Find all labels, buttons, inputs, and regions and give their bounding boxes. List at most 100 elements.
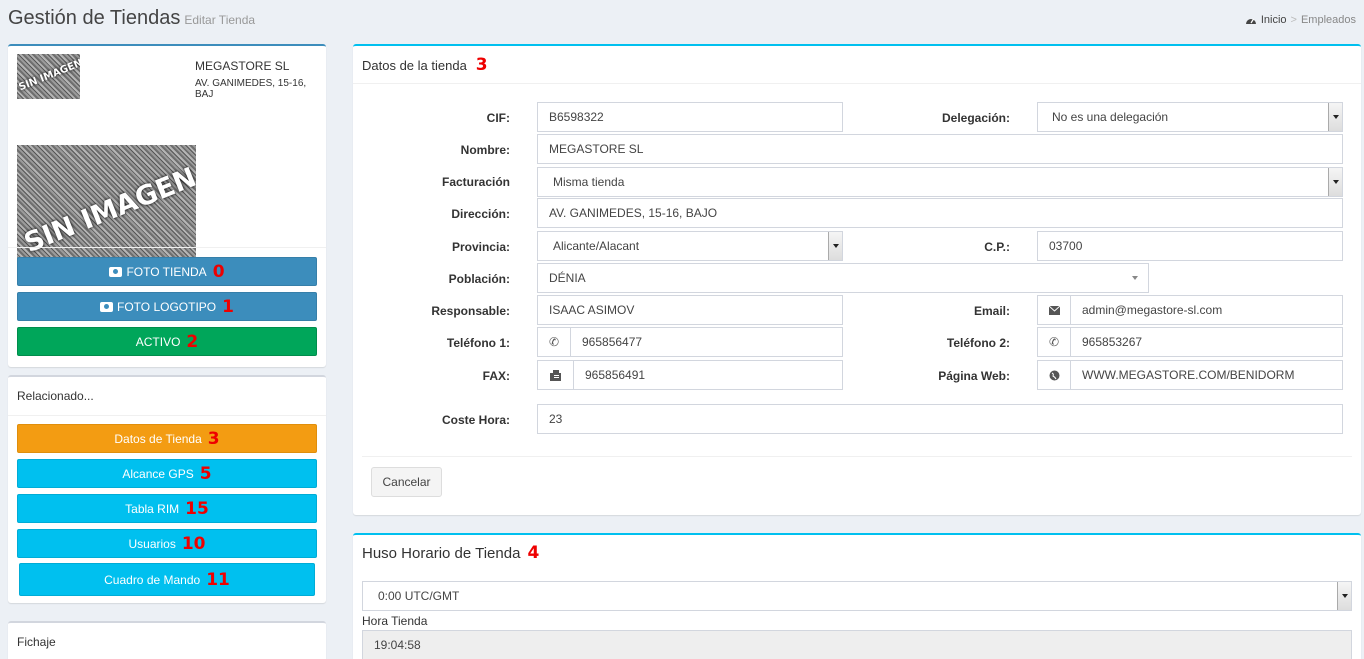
annotation-number: 1: [222, 296, 234, 317]
annotation-number: 11: [206, 569, 230, 590]
store-image: SIN IMAGEN: [17, 145, 196, 270]
related-item-label: Alcance GPS: [122, 466, 194, 481]
direccion-label: Dirección:: [451, 207, 510, 221]
poblacion-select[interactable]: DÉNIA: [537, 263, 1149, 293]
globe-icon: [1037, 360, 1071, 390]
logo-image: SIN IMAGEN: [17, 54, 80, 99]
cif-field[interactable]: B6598322: [537, 102, 843, 132]
nombre-label: Nombre:: [460, 143, 510, 157]
nombre-field[interactable]: MEGASTORE SL: [537, 134, 1343, 164]
fax-field[interactable]: 965856491: [573, 360, 843, 390]
envelope-icon: [1037, 295, 1071, 325]
email-label: Email:: [973, 304, 1010, 318]
active-button[interactable]: ACTIVO 2: [17, 327, 317, 356]
delegacion-value: No es una delegación: [1052, 110, 1169, 124]
breadcrumb-home[interactable]: Inicio: [1261, 14, 1287, 26]
provincia-select[interactable]: Alicante/Alacant: [537, 231, 843, 261]
page-subtitle: Editar Tienda: [184, 13, 256, 27]
annotation-number: 3: [207, 428, 220, 449]
photo-store-button[interactable]: FOTO TIENDA 0: [17, 257, 317, 286]
chevron-down-icon: [1132, 276, 1138, 280]
direccion-field[interactable]: AV. GANIMEDES, 15-16, BAJO: [537, 198, 1343, 228]
hora-tienda-label: Hora Tienda: [362, 614, 428, 628]
related-box: Relacionado... Datos de Tienda 3 Alcance…: [8, 375, 326, 603]
cp-label: C.P.:: [984, 240, 1010, 254]
timezone-box: Huso Horario de Tienda 4 0:00 UTC/GMT Ho…: [353, 533, 1361, 659]
related-item-store-data[interactable]: Datos de Tienda 3: [17, 424, 317, 453]
related-item-gps[interactable]: Alcance GPS 5: [17, 459, 317, 488]
divider: [353, 83, 1361, 84]
fichaje-box: Fichaje: [8, 621, 326, 659]
page-title: Gestión de Tiendas Editar Tienda: [8, 7, 255, 30]
timezone-header: Huso Horario de Tienda 4: [362, 543, 539, 563]
web-label: Página Web:: [938, 369, 1010, 383]
related-item-users[interactable]: Usuarios 10: [17, 529, 317, 558]
facturacion-label: Facturación: [441, 175, 510, 189]
coste-hora-field[interactable]: 23: [537, 404, 1343, 434]
related-item-label: Cuadro de Mando: [104, 572, 201, 587]
provincia-label: Provincia:: [451, 240, 510, 254]
store-data-title: Datos de la tienda: [362, 57, 467, 73]
breadcrumb-separator: >: [1290, 14, 1297, 26]
phone-icon: ✆: [537, 327, 571, 357]
web-field[interactable]: WWW.MEGASTORE.COM/BENIDORM: [1070, 360, 1343, 390]
related-item-dashboard[interactable]: Cuadro de Mando 11: [19, 563, 315, 596]
annotation-number: 2: [186, 331, 199, 352]
breadcrumb: Inicio > Empleados: [1245, 14, 1356, 26]
page-title-text: Gestión de Tiendas: [8, 7, 181, 29]
delegacion-select[interactable]: No es una delegación: [1037, 102, 1343, 132]
related-item-label: Usuarios: [128, 536, 176, 551]
phone-icon: ✆: [1037, 327, 1071, 357]
camera-icon: [109, 266, 123, 277]
breadcrumb-current: Empleados: [1300, 14, 1356, 26]
chevron-down-icon: [1328, 168, 1342, 196]
telefono1-field[interactable]: 965856477: [570, 327, 843, 357]
telefono1-label: Teléfono 1:: [446, 336, 510, 350]
fax-label: FAX:: [482, 369, 510, 383]
facturacion-select[interactable]: Misma tienda: [537, 167, 1343, 197]
store-data-box: Datos de la tienda 3 CIF: B6598322 Deleg…: [353, 44, 1361, 515]
chevron-down-icon: [828, 232, 842, 260]
profile-box: SIN IMAGEN SIN IMAGEN MEGASTORE SL AV. G…: [8, 44, 326, 367]
email-field[interactable]: admin@megastore-sl.com: [1070, 295, 1343, 325]
no-image-label-small: SIN IMAGEN: [17, 57, 80, 94]
fichaje-title: Fichaje: [17, 635, 56, 649]
no-image-label-big: SIN IMAGEN: [19, 161, 196, 260]
responsable-label: Responsable:: [431, 304, 510, 318]
hora-tienda-field: 19:04:58: [362, 630, 1352, 659]
poblacion-value: DÉNIA: [549, 271, 586, 285]
annotation-number: 15: [185, 498, 209, 519]
active-label: ACTIVO: [135, 334, 181, 349]
related-item-rim[interactable]: Tabla RIM 15: [17, 494, 317, 523]
store-address: AV. GANIMEDES, 15-16, BAJ: [195, 78, 307, 100]
divider: [362, 456, 1352, 457]
chevron-down-icon: [1337, 582, 1351, 610]
telefono2-field[interactable]: 965853267: [1070, 327, 1343, 357]
related-title: Relacionado...: [17, 389, 94, 403]
store-data-header: Datos de la tienda 3: [362, 55, 488, 75]
poblacion-label: Población:: [448, 272, 510, 286]
camera-icon: [100, 301, 114, 312]
photo-logo-label: FOTO LOGOTIPO: [117, 299, 217, 314]
dashboard-icon: [1245, 18, 1256, 24]
annotation-number: 5: [199, 463, 212, 484]
fax-icon: [537, 360, 574, 390]
cp-field[interactable]: 03700: [1037, 231, 1343, 261]
divider: [8, 247, 326, 248]
telefono2-label: Teléfono 2:: [946, 336, 1010, 350]
chevron-down-icon: [1328, 103, 1342, 131]
responsable-field[interactable]: ISAAC ASIMOV: [537, 295, 843, 325]
annotation-number: 3: [475, 55, 488, 75]
divider: [8, 415, 326, 416]
store-name: MEGASTORE SL: [195, 59, 290, 73]
timezone-value: 0:00 UTC/GMT: [378, 589, 460, 603]
cancel-button[interactable]: Cancelar: [371, 467, 442, 497]
cif-label: CIF:: [486, 111, 510, 125]
delegacion-label: Delegación:: [941, 111, 1010, 125]
facturacion-value: Misma tienda: [553, 175, 625, 189]
annotation-number: 0: [212, 261, 225, 282]
timezone-select[interactable]: 0:00 UTC/GMT: [362, 581, 1352, 611]
annotation-number: 10: [181, 533, 206, 554]
photo-logo-button[interactable]: FOTO LOGOTIPO 1: [17, 292, 317, 321]
related-item-label: Datos de Tienda: [114, 431, 202, 446]
